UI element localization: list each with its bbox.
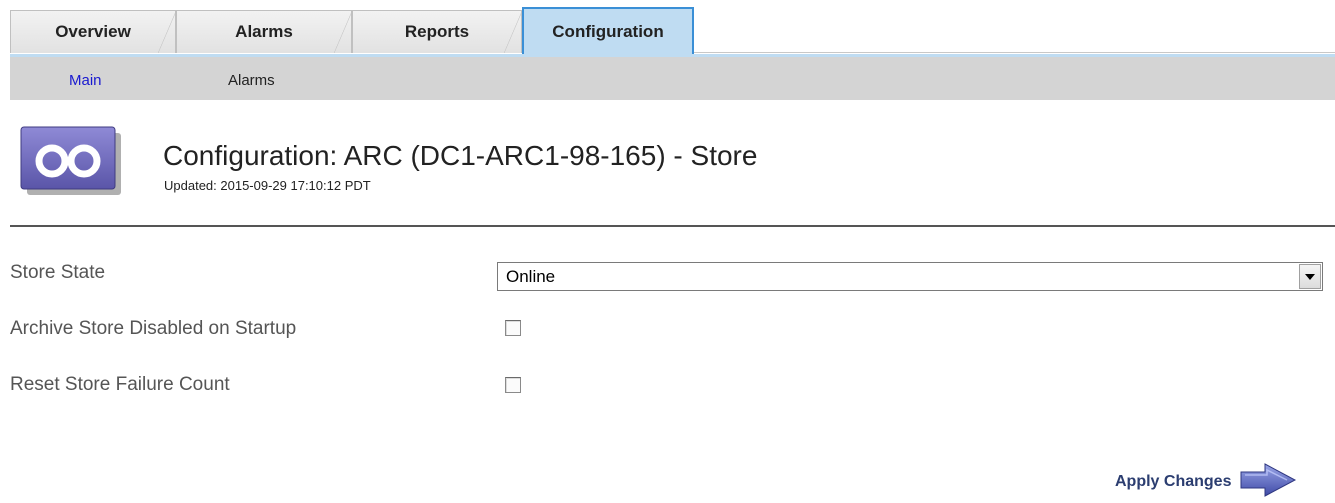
sub-navigation: Main Alarms bbox=[10, 54, 1335, 100]
archive-disabled-label: Archive Store Disabled on Startup bbox=[10, 318, 297, 339]
reset-failure-checkbox[interactable] bbox=[505, 377, 521, 393]
apply-changes-button[interactable]: Apply Changes bbox=[1115, 462, 1299, 503]
tab-label: Overview bbox=[55, 22, 131, 41]
tab-alarms[interactable]: Alarms bbox=[176, 10, 352, 53]
subnav-item-alarms[interactable]: Alarms bbox=[228, 72, 275, 89]
subnav-item-main[interactable]: Main bbox=[69, 72, 102, 89]
tab-overview[interactable]: Overview bbox=[10, 10, 176, 53]
reset-failure-label: Reset Store Failure Count bbox=[10, 374, 230, 395]
store-state-select[interactable]: Online bbox=[497, 262, 1323, 291]
tab-reports[interactable]: Reports bbox=[352, 10, 522, 53]
tab-configuration[interactable]: Configuration bbox=[522, 7, 694, 54]
divider bbox=[10, 225, 1335, 227]
chevron-down-icon[interactable] bbox=[1299, 264, 1321, 289]
tab-bar: Overview Alarms Reports Configuration bbox=[10, 0, 1335, 54]
store-state-value: Online bbox=[506, 267, 556, 286]
tab-label: Configuration bbox=[552, 21, 664, 41]
store-state-label: Store State bbox=[10, 262, 106, 283]
archive-disabled-checkbox[interactable] bbox=[505, 320, 521, 336]
arrow-right-icon[interactable] bbox=[1239, 462, 1299, 503]
page-title: Configuration: ARC (DC1-ARC1-98-165) - S… bbox=[163, 140, 758, 171]
tab-label: Reports bbox=[404, 22, 470, 41]
archive-node-icon bbox=[17, 125, 121, 195]
updated-timestamp: Updated: 2015-09-29 17:10:12 PDT bbox=[164, 178, 371, 193]
tab-label: Alarms bbox=[235, 22, 293, 41]
apply-changes-label: Apply Changes bbox=[1115, 473, 1232, 490]
